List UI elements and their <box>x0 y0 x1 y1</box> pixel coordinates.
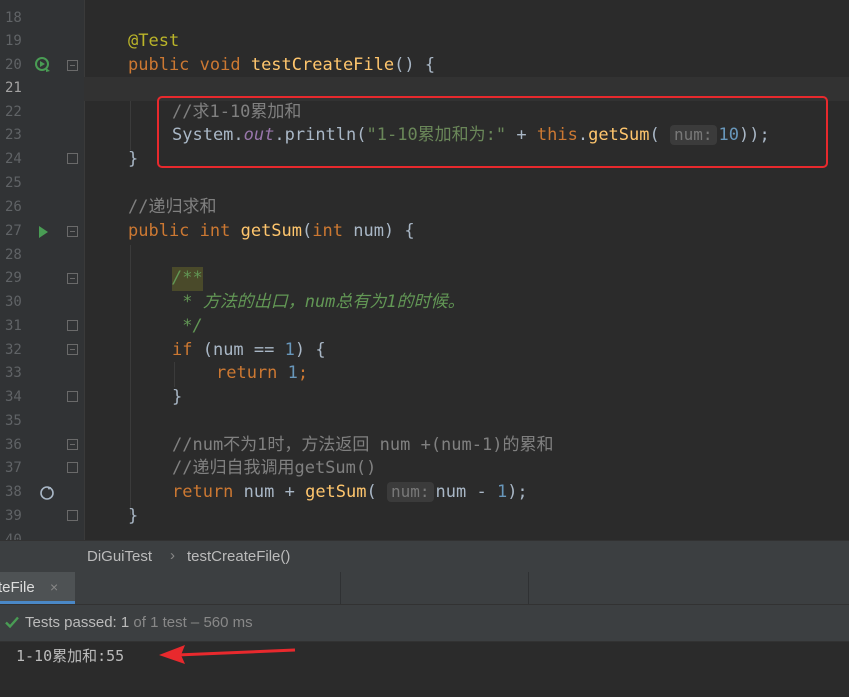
fold-end-icon[interactable] <box>67 153 78 164</box>
line-comment: //递归自我调用getSum() <box>172 458 377 478</box>
fold-collapse-icon[interactable] <box>67 344 78 355</box>
code-line: 35 <box>0 410 849 434</box>
doc-comment-end: */ <box>172 316 203 336</box>
closing-brace: } <box>128 149 139 169</box>
annotation-test: @Test <box>128 31 180 51</box>
code-line: 28 <box>0 244 849 268</box>
line-number: 29 <box>5 270 22 286</box>
line-number: 19 <box>5 33 22 49</box>
divider <box>528 572 529 604</box>
line-number: 39 <box>5 508 22 524</box>
line-number: 40 <box>5 532 22 540</box>
parameter-hint: num: <box>386 482 434 502</box>
code-line: 20 public void testCreateFile() { <box>0 54 849 78</box>
line-number: 27 <box>5 223 22 239</box>
divider <box>340 572 341 604</box>
breadcrumb-separator: › <box>170 547 175 564</box>
code-line: 27 public int getSum(int num) { <box>0 220 849 244</box>
fold-end-icon[interactable] <box>67 462 78 473</box>
fold-end-icon[interactable] <box>67 391 78 402</box>
breadcrumb: DiGuiTest › testCreateFile() <box>0 540 849 573</box>
line-number: 30 <box>5 294 22 310</box>
line-number: 34 <box>5 389 22 405</box>
close-icon[interactable]: × <box>50 579 58 595</box>
code-line: 33 return 1; <box>0 362 849 386</box>
code-line: 18 <box>0 7 849 31</box>
red-arrow-annotation <box>159 645 296 664</box>
line-number: 33 <box>5 365 22 381</box>
line-number: 21 <box>5 80 22 96</box>
code-line: 40 <box>0 529 849 540</box>
code-line: 38 return num + getSum( num: num - 1); <box>0 481 849 505</box>
highlight-box <box>157 96 828 168</box>
run-tab[interactable]: teFile × <box>0 572 75 604</box>
line-number: 38 <box>5 484 22 500</box>
test-status-bar: Tests passed: 1 of 1 test – 560 ms <box>0 605 849 642</box>
line-number: 32 <box>5 342 22 358</box>
line-number: 37 <box>5 460 22 476</box>
test-status-text: Tests passed: 1 of 1 test – 560 ms <box>25 614 253 631</box>
line-number: 25 <box>5 175 22 191</box>
code-line: 36 //num不为1时，方法返回 num +(num-1)的累和 <box>0 434 849 458</box>
line-number: 36 <box>5 437 22 453</box>
code-line: 37 //递归自我调用getSum() <box>0 457 849 481</box>
fold-collapse-icon[interactable] <box>67 273 78 284</box>
fold-collapse-icon[interactable] <box>67 439 78 450</box>
code-line: 19 @Test <box>0 30 849 54</box>
return-statement: return 1; <box>216 363 309 383</box>
code-line: 31 */ <box>0 315 849 339</box>
line-number: 24 <box>5 151 22 167</box>
line-number: 26 <box>5 199 22 215</box>
breadcrumb-class[interactable]: DiGuiTest <box>87 548 152 565</box>
closing-brace: } <box>172 387 183 407</box>
doc-comment-body: * 方法的出口，num总有为1的时候。 <box>172 292 465 312</box>
method-signature: public void testCreateFile() { <box>128 55 436 75</box>
run-tab-bar: teFile × <box>0 572 849 605</box>
line-number: 28 <box>5 247 22 263</box>
fold-collapse-icon[interactable] <box>67 226 78 237</box>
code-line: 30 * 方法的出口，num总有为1的时候。 <box>0 291 849 315</box>
run-test-icon[interactable] <box>34 56 52 74</box>
code-line: 25 <box>0 172 849 196</box>
fold-end-icon[interactable] <box>67 510 78 521</box>
if-statement: if (num == 1) { <box>172 340 326 360</box>
line-number: 20 <box>5 57 22 73</box>
fold-end-icon[interactable] <box>67 320 78 331</box>
checkmark-icon <box>5 616 19 629</box>
breadcrumb-method[interactable]: testCreateFile() <box>187 548 290 565</box>
line-number: 31 <box>5 318 22 334</box>
code-editor[interactable]: 18 19 @Test 20 public void testCreateFil… <box>0 0 849 540</box>
line-number: 35 <box>5 413 22 429</box>
run-icon[interactable] <box>34 223 52 241</box>
fold-collapse-icon[interactable] <box>67 60 78 71</box>
line-number: 23 <box>5 127 22 143</box>
line-number: 18 <box>5 10 22 26</box>
code-line: 34 } <box>0 386 849 410</box>
doc-comment-start: /** <box>172 267 203 291</box>
console-line: 1-10累加和:55 <box>16 647 125 665</box>
code-line: 32 if (num == 1) { <box>0 339 849 363</box>
recursive-call-icon[interactable] <box>38 484 56 502</box>
code-line: 39 } <box>0 505 849 529</box>
line-comment: //num不为1时，方法返回 num +(num-1)的累和 <box>172 435 554 455</box>
return-statement: return num + getSum( num: num - 1); <box>172 482 528 502</box>
line-number: 22 <box>5 104 22 120</box>
console-output[interactable]: 1-10累加和:55 <box>0 642 849 697</box>
code-line: 26 //递归求和 <box>0 196 849 220</box>
closing-brace: } <box>128 506 139 526</box>
method-signature: public int getSum(int num) { <box>128 221 415 241</box>
code-line: 29 /** <box>0 267 849 291</box>
line-comment: //递归求和 <box>128 197 217 217</box>
run-tab-label: teFile <box>0 579 35 596</box>
